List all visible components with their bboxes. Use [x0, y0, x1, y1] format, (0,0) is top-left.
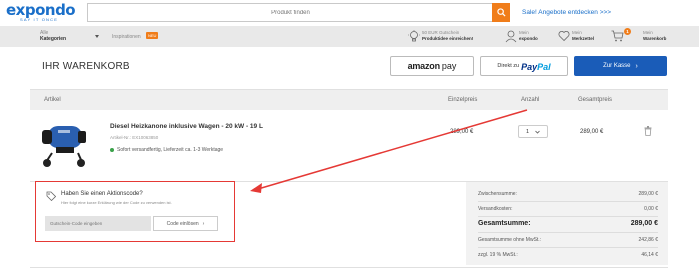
product-article-number: Artikel-Nr.: EX10063850	[110, 135, 159, 140]
cart-count-badge: 1	[624, 28, 631, 35]
summary-row-total: Gesamtsumme: 289,00 €	[478, 220, 658, 227]
expondo-logo[interactable]: expondo SAY IT ONCE	[6, 1, 76, 23]
chevron-right-icon: ›	[202, 220, 205, 227]
amazon-label: amazon	[407, 61, 441, 71]
amazon-pay-label: pay	[441, 61, 457, 71]
top-header: expondo SAY IT ONCE Sale! Angebote entde…	[0, 0, 699, 26]
redeem-label: Code einlösen	[166, 220, 199, 227]
heart-icon	[558, 31, 570, 42]
divider	[478, 247, 658, 248]
promo-code-input[interactable]	[45, 216, 151, 231]
subtotal-label: Zwischensumme:	[478, 191, 517, 197]
cart-item-row: Diesel Heizkanone inklusive Wagen - 20 k…	[30, 110, 668, 182]
search-box	[87, 3, 510, 22]
product-idea-link[interactable]: 50 EUR Gutschein Produktidee einreichen!	[422, 30, 473, 41]
in-stock-indicator	[110, 148, 114, 152]
summary-row-subtotal: Zwischensumme: 289,00 €	[478, 191, 658, 197]
cart-label: Warenkorb	[643, 35, 667, 41]
divider	[478, 232, 658, 233]
new-badge: NEU	[146, 32, 159, 39]
paypal-prefix: Direkt zu	[497, 63, 520, 69]
tag-icon	[46, 191, 56, 201]
summary-row-vat: zzgl. 19 % MwSt.: 46,14 €	[478, 252, 658, 258]
nav-bar: Alle Kategorien Inspirationen NEU 50 EUR…	[0, 26, 699, 47]
promo-subtitle: Hier folgt eine kurze Erklärung wie der …	[61, 200, 172, 205]
total-value: 289,00 €	[630, 220, 658, 227]
inspiration-link[interactable]: Inspirationen	[112, 34, 141, 40]
summary-row-shipping: Versandkosten: 0,00 €	[478, 206, 658, 212]
shipping-label: Versandkosten:	[478, 206, 513, 212]
product-image[interactable]	[38, 120, 90, 170]
search-icon	[496, 8, 506, 17]
summary-row-net: Gesamtsumme ohne MwSt.: 242,86 €	[478, 237, 658, 243]
amazon-pay-button[interactable]: amazon pay	[390, 56, 474, 76]
vat-label: zzgl. 19 % MwSt.:	[478, 252, 518, 258]
cart-table-header: Artikel Einzelpreis Anzahl Gesamtpreis	[30, 89, 668, 110]
unit-price: 289,00 €	[450, 129, 474, 135]
logo-text: expondo	[6, 1, 76, 19]
sale-link[interactable]: Sale! Angebote entdecken >>>	[522, 9, 611, 16]
categories-label: Kategorien	[40, 36, 67, 42]
promo-code-box: Haben Sie einen Aktionscode? Hier folgt …	[35, 181, 235, 242]
chevron-down-icon	[535, 130, 540, 134]
idea-label: Produktidee einreichen!	[422, 35, 474, 41]
wishlist-label: Merkzettel	[572, 35, 595, 41]
redeem-code-button[interactable]: Code einlösen ›	[153, 216, 218, 231]
footer-divider	[30, 267, 668, 279]
divider	[478, 201, 658, 202]
promo-title: Haben Sie einen Aktionscode?	[61, 191, 143, 197]
account-label: expondo	[519, 35, 538, 41]
search-button[interactable]	[492, 3, 510, 22]
header-quantity: Anzahl	[521, 97, 540, 103]
stock-text: Sofort versandfertig, Lieferzeit ca. 1-3…	[117, 147, 224, 153]
categories-menu[interactable]: Alle Kategorien	[40, 30, 66, 42]
quantity-value: 1	[525, 128, 530, 135]
search-input[interactable]	[88, 4, 493, 21]
paypal-logo-pay: Pay	[521, 62, 538, 72]
order-summary: Zwischensumme: 289,00 € Versandkosten: 0…	[466, 182, 668, 265]
total-price: 289,00 €	[580, 129, 604, 135]
vat-value: 46,14 €	[641, 252, 658, 258]
page-title: IHR WARENKORB	[42, 61, 130, 72]
user-icon	[505, 30, 517, 43]
wishlist-link[interactable]: Mein Merkzettel	[572, 30, 594, 41]
account-link[interactable]: Mein expondo	[519, 30, 538, 41]
checkout-button[interactable]: Zur Kasse ›	[574, 56, 667, 76]
checkout-label: Zur Kasse	[603, 63, 631, 69]
chevron-down-icon	[95, 35, 99, 38]
shipping-value: 0,00 €	[644, 206, 658, 212]
chevron-right-icon: ›	[635, 62, 638, 70]
cart-icon	[611, 30, 624, 42]
subtotal-value: 289,00 €	[638, 191, 658, 197]
product-name[interactable]: Diesel Heizkanone inklusive Wagen - 20 k…	[110, 123, 263, 130]
net-value: 242,86 €	[638, 237, 658, 243]
quantity-select[interactable]: 1	[518, 125, 548, 138]
total-label: Gesamtsumme:	[478, 220, 531, 227]
lightbulb-icon	[408, 30, 420, 42]
paypal-logo-pal: Pal	[537, 62, 551, 72]
trash-icon[interactable]	[644, 126, 652, 136]
cart-link[interactable]: Mein Warenkorb	[643, 30, 666, 41]
divider	[478, 216, 658, 217]
header-total-price: Gesamtpreis	[578, 97, 613, 103]
header-article: Artikel	[44, 97, 61, 103]
stock-status: Sofort versandfertig, Lieferzeit ca. 1-3…	[110, 147, 223, 153]
paypal-button[interactable]: Direkt zu PayPal	[480, 56, 568, 76]
net-label: Gesamtsumme ohne MwSt.:	[478, 237, 542, 243]
header-unit-price: Einzelpreis	[448, 97, 478, 103]
